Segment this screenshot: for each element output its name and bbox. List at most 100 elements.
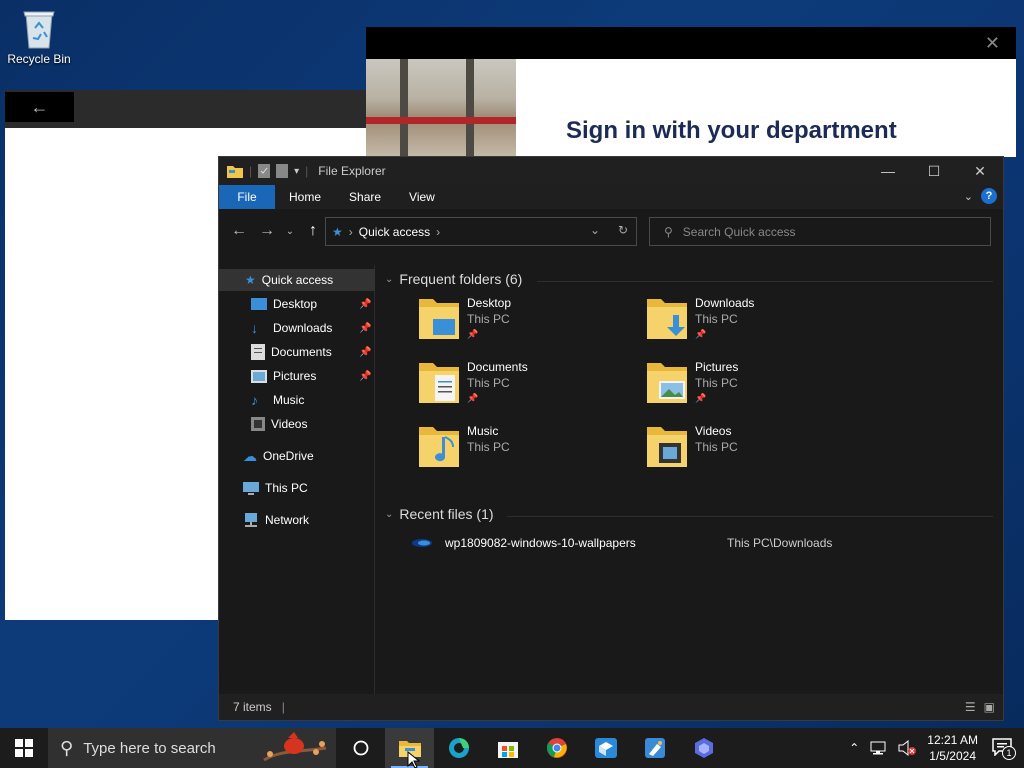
refresh-icon[interactable]: ↻ [618, 223, 628, 237]
folder-icon [227, 166, 243, 178]
recent-locations-icon[interactable]: ⌄ [281, 226, 299, 237]
clock-date: 1/5/2024 [929, 749, 976, 763]
taskbar-search-box[interactable]: ⚲ Type here to search [48, 728, 336, 768]
address-text: Quick access [358, 224, 431, 239]
pin-icon: 📌 [359, 346, 372, 358]
pin-icon: 📌 [359, 322, 372, 334]
star-icon: ★ [245, 273, 256, 287]
nav-desktop[interactable]: Desktop 📌 [251, 293, 371, 315]
network-status-icon[interactable] [869, 741, 887, 755]
folder-tile-music[interactable]: Music This PC [419, 423, 510, 467]
navigation-pane: ★ Quick access Desktop 📌 ↓ Downloads 📌 D… [219, 265, 375, 695]
taskbar-chrome[interactable] [532, 728, 581, 768]
folder-tile-documents[interactable]: Documents This PC 📌 [419, 359, 528, 405]
copilot-icon [694, 738, 713, 758]
recent-file-row[interactable]: wp1809082-windows-10-wallpapers This PC\… [411, 533, 991, 553]
item-count: 7 items [233, 700, 272, 714]
properties-icon[interactable] [258, 164, 271, 178]
tab-home[interactable]: Home [275, 185, 335, 209]
nav-downloads[interactable]: ↓ Downloads 📌 [251, 317, 371, 339]
edge-icon [448, 738, 469, 758]
address-dropdown-icon[interactable]: ⌄ [590, 223, 600, 237]
content-pane: ⌄ Frequent folders (6) Desktop This PC 📌… [377, 265, 1003, 695]
maximize-button[interactable]: ☐ [911, 157, 957, 185]
pin-icon: 📌 [467, 393, 479, 403]
pin-icon: 📌 [359, 298, 372, 310]
folder-tile-desktop[interactable]: Desktop This PC 📌 [419, 295, 511, 341]
network-icon [245, 513, 257, 527]
background-window-titlebar: ← [5, 90, 367, 128]
frequent-folders-header[interactable]: ⌄ Frequent folders (6) [385, 271, 522, 287]
back-button[interactable]: ← [225, 222, 253, 240]
pin-icon: 📌 [359, 370, 372, 382]
address-bar[interactable]: ★ › Quick access › ⌄ ↻ [325, 217, 637, 246]
taskbar-app-blue-box[interactable] [581, 728, 630, 768]
taskbar-store[interactable] [483, 728, 532, 768]
pin-icon: 📌 [695, 393, 707, 403]
folder-tile-pictures[interactable]: Pictures This PC 📌 [647, 359, 738, 405]
folder-tile-videos[interactable]: Videos This PC [647, 423, 738, 467]
nav-music[interactable]: ♪ Music [251, 389, 304, 411]
task-view-button[interactable] [336, 728, 385, 768]
show-hidden-icons-chevron-icon[interactable]: ⌃ [849, 741, 859, 755]
large-icons-view-icon[interactable]: ▣ [984, 700, 995, 714]
nav-network[interactable]: Network [243, 509, 309, 531]
folder-tile-downloads[interactable]: Downloads This PC 📌 [647, 295, 754, 341]
notification-count-badge: 1 [1002, 746, 1016, 760]
folder-music-icon [419, 427, 459, 467]
sandbox-icon [594, 738, 617, 758]
new-folder-icon[interactable] [276, 164, 289, 178]
documents-icon [251, 344, 265, 360]
windows-logo-icon [15, 739, 33, 757]
start-button[interactable] [0, 728, 48, 768]
help-icon[interactable]: ? [981, 188, 997, 204]
computer-icon [243, 481, 259, 495]
folder-desktop-icon [419, 299, 459, 339]
folder-videos-icon [647, 427, 687, 467]
details-view-icon[interactable]: ☰ [965, 700, 976, 714]
search-box[interactable]: ⚲ Search Quick access [649, 217, 991, 246]
nav-documents[interactable]: Documents 📌 [251, 341, 371, 363]
minimize-button[interactable]: — [865, 157, 911, 185]
desktop-icon [251, 298, 267, 310]
mouse-cursor-icon [407, 751, 421, 768]
signin-photo [366, 59, 516, 157]
action-center-button[interactable]: 1 [988, 736, 1016, 760]
recent-file-path: This PC\Downloads [727, 536, 833, 550]
taskbar-search-placeholder: Type here to search [83, 739, 216, 757]
expand-ribbon-icon[interactable]: ⌄ [964, 190, 973, 203]
forward-button[interactable]: → [253, 222, 281, 240]
pictures-icon [251, 369, 267, 383]
taskbar-paint[interactable] [630, 728, 679, 768]
signin-heading: Sign in with your department [566, 117, 897, 144]
nav-pictures[interactable]: Pictures 📌 [251, 365, 371, 387]
paint-icon [644, 738, 665, 758]
recycle-bin-icon [23, 11, 55, 49]
signin-window: ✕ Sign in with your department [366, 27, 1016, 157]
taskbar-copilot[interactable] [679, 728, 728, 768]
tab-share[interactable]: Share [335, 185, 395, 209]
pin-icon: 📌 [695, 329, 707, 339]
image-file-icon [412, 539, 432, 547]
cloud-icon: ☁ [243, 447, 257, 464]
quick-access-star-icon: ★ [332, 224, 343, 239]
volume-muted-icon[interactable] [897, 740, 917, 756]
up-button[interactable]: ↑ [299, 222, 327, 240]
folder-pictures-icon [647, 363, 687, 403]
taskbar-edge[interactable] [434, 728, 483, 768]
recent-files-header[interactable]: ⌄ Recent files (1) [385, 506, 494, 522]
nav-videos[interactable]: Videos [251, 413, 307, 435]
nav-onedrive[interactable]: ☁ OneDrive [243, 445, 314, 467]
tab-file[interactable]: File [219, 185, 275, 209]
customize-toolbar-icon[interactable]: ▾ [294, 166, 299, 177]
tab-view[interactable]: View [395, 185, 449, 209]
nav-quick-access[interactable]: ★ Quick access [219, 269, 375, 291]
back-arrow-button[interactable]: ← [5, 92, 74, 122]
system-tray: ⌃ 12:21 AM 1/5/2024 1 [849, 728, 1024, 768]
ribbon: File Home Share View ⌄ ? [219, 185, 1003, 209]
close-icon[interactable]: ✕ [985, 33, 1000, 54]
recycle-bin-desktop-icon[interactable]: Recycle Bin [4, 6, 74, 66]
clock[interactable]: 12:21 AM 1/5/2024 [927, 732, 978, 764]
close-button[interactable]: ✕ [957, 157, 1003, 185]
nav-this-pc[interactable]: This PC [243, 477, 308, 499]
